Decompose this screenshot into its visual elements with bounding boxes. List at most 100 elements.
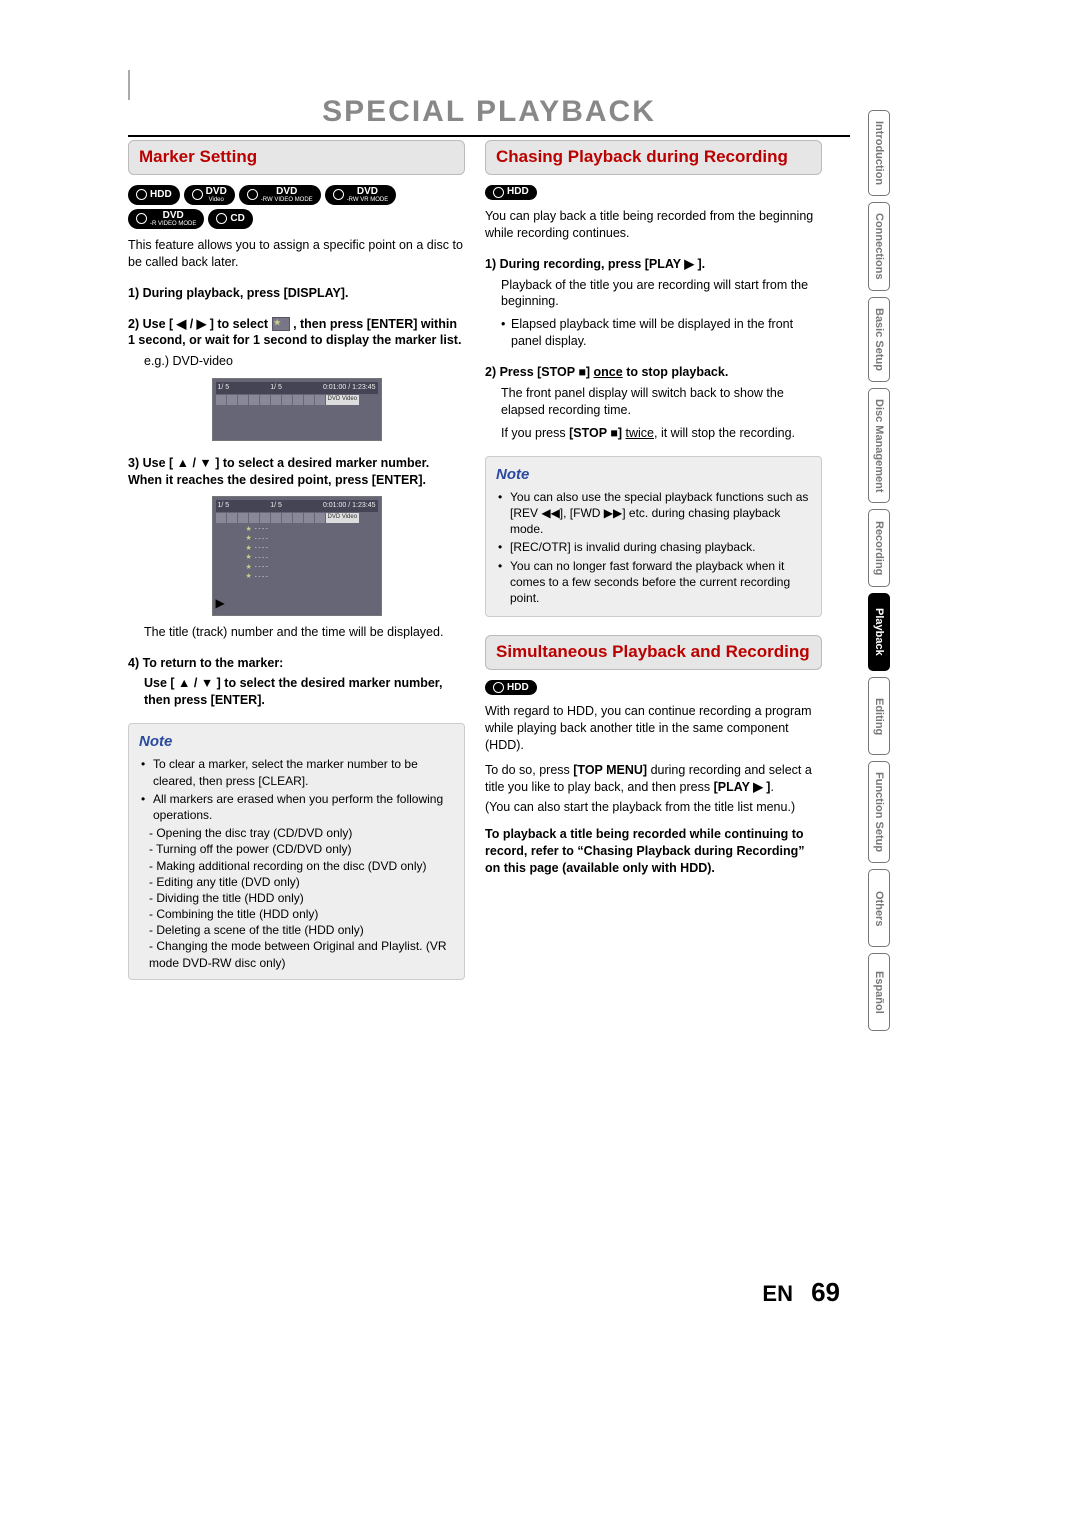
note-title: Note: [496, 465, 811, 485]
sim-p3: (You can also start the playback from th…: [485, 799, 822, 816]
side-tab-editing[interactable]: Editing: [868, 677, 890, 755]
badge-label: DVD: [206, 187, 227, 197]
note-item: You can also use the special playback fu…: [510, 489, 811, 538]
osd2-chapter: 1/ 5: [270, 501, 282, 510]
sim-p1: With regard to HDD, you can continue rec…: [485, 703, 822, 754]
sim-p2e: .: [770, 780, 773, 794]
osd-screenshot-2: 1/ 5 1/ 5 0:01:00 / 1:23:45 DVD Video - …: [212, 496, 382, 615]
format-badges: HDDDVDVideoDVD-RW VIDEO MODEDVD-RW VR MO…: [128, 185, 465, 229]
note-subitem: Editing any title (DVD only): [149, 874, 454, 890]
badge-sublabel: -RW VIDEO MODE: [261, 197, 313, 203]
badge-hdd: HDD: [485, 185, 537, 200]
sim-p2: To do so, press [TOP MENU] during record…: [485, 762, 822, 796]
note-item: All markers are erased when you perform …: [153, 791, 454, 823]
format-badge: DVD-RW VR MODE: [325, 185, 397, 205]
osd2-tag: DVD Video: [326, 513, 360, 523]
right-column: Chasing Playback during Recording HDD Yo…: [485, 140, 822, 980]
chasing-step-2a: 2) Press [STOP ■]: [485, 365, 594, 379]
osd1-title: 1/ 5: [218, 383, 230, 392]
footer-lang: EN: [762, 1281, 793, 1306]
c2a: If you press: [501, 426, 569, 440]
note-box-chasing: Note You can also use the special playba…: [485, 456, 822, 618]
osd2-time: 0:01:00 / 1:23:45: [323, 501, 376, 510]
step-4: 4) To return to the marker:: [128, 655, 465, 672]
osd-screenshot-1: 1/ 5 1/ 5 0:01:00 / 1:23:45 DVD Video: [212, 378, 382, 440]
format-badge: DVD-RW VIDEO MODE: [239, 185, 321, 205]
step-1: 1) During playback, press [DISPLAY].: [128, 285, 465, 302]
play-icon: ▶: [216, 595, 378, 611]
marker-row: - - - -: [246, 544, 378, 553]
footer-page-number: 69: [811, 1277, 840, 1307]
side-tab-introduction[interactable]: Introduction: [868, 110, 890, 196]
note-subitem: Turning off the power (CD/DVD only): [149, 841, 454, 857]
format-badge: DVDVideo: [184, 185, 235, 205]
osd2-title: 1/ 5: [218, 501, 230, 510]
side-tabs: Introduction Connections Basic Setup Disc M…: [868, 110, 890, 1031]
chasing-step-1: 1) During recording, press [PLAY ▶ ].: [485, 256, 822, 273]
chasing-step-2-body2: If you press [STOP ■] twice, it will sto…: [501, 425, 822, 442]
step-3-caption: The title (track) number and the time wi…: [144, 624, 465, 641]
badge-hdd-label: HDD: [507, 187, 529, 197]
format-badge: HDD: [128, 185, 180, 205]
step-3: 3) Use [ ▲ / ▼ ] to select a desired mar…: [128, 455, 465, 489]
side-tab-others[interactable]: Others: [868, 869, 890, 947]
side-tab-function-setup[interactable]: Function Setup: [868, 761, 890, 863]
step-2-example: e.g.) DVD-video: [144, 353, 465, 370]
marker-row: - - - -: [246, 525, 378, 534]
marker-icon: [272, 317, 290, 331]
heading-simultaneous: Simultaneous Playback and Recording: [485, 635, 822, 670]
badge-label: HDD: [150, 190, 172, 200]
sim-p2d: [PLAY ▶ ]: [714, 780, 771, 794]
badge-label: DVD: [357, 187, 378, 197]
marker-row: - - - -: [246, 534, 378, 543]
note-item: [REC/OTR] is invalid during chasing play…: [510, 539, 811, 555]
step-4-body: Use [ ▲ / ▼ ] to select the desired mark…: [144, 675, 465, 709]
chasing-step-2: 2) Press [STOP ■] once to stop playback.: [485, 364, 822, 381]
format-badge: CD: [208, 209, 252, 229]
side-tab-playback[interactable]: Playback: [868, 593, 890, 671]
badge-sublabel: -R VIDEO MODE: [150, 221, 196, 227]
chasing-step-2-body: The front panel display will switch back…: [501, 385, 822, 419]
marker-row: - - - -: [246, 553, 378, 562]
page-title: SPECIAL PLAYBACK: [128, 95, 850, 137]
note-subitem: Dividing the title (HDD only): [149, 890, 454, 906]
side-tab-disc-management[interactable]: Disc Management: [868, 388, 890, 504]
badge-label: DVD: [276, 187, 297, 197]
note-item: You can no longer fast forward the playb…: [510, 558, 811, 607]
badge-sublabel: Video: [209, 197, 224, 203]
note-title: Note: [139, 732, 454, 752]
underline-once: once: [594, 365, 623, 379]
note-subitem: Deleting a scene of the title (HDD only): [149, 922, 454, 938]
c2c: , it will stop the recording.: [654, 426, 795, 440]
sim-p4: To playback a title being recorded while…: [485, 826, 822, 877]
sim-p2b: [TOP MENU]: [573, 763, 647, 777]
marker-intro: This feature allows you to assign a spec…: [128, 237, 465, 271]
chasing-step-2b: to stop playback.: [623, 365, 729, 379]
osd1-tag: DVD Video: [326, 395, 360, 405]
page-content: Marker Setting HDDDVDVideoDVD-RW VIDEO M…: [128, 140, 822, 980]
underline-twice: twice: [626, 426, 654, 440]
chasing-step-1-body: Playback of the title you are recording …: [501, 277, 822, 311]
badge-hdd-label: HDD: [507, 683, 529, 693]
heading-chasing: Chasing Playback during Recording: [485, 140, 822, 175]
note-subitem: Opening the disc tray (CD/DVD only): [149, 825, 454, 841]
step-2: 2) Use [ ◀ / ▶ ] to select , then press …: [128, 316, 465, 350]
note-subitem: Making additional recording on the disc …: [149, 858, 454, 874]
badge-label: CD: [230, 214, 244, 224]
side-tab-recording[interactable]: Recording: [868, 509, 890, 587]
c2b: [STOP ■]: [569, 426, 622, 440]
note-subitem: Changing the mode between Original and P…: [149, 938, 454, 970]
page-footer: EN 69: [762, 1277, 840, 1308]
note-subitem: Combining the title (HDD only): [149, 906, 454, 922]
left-column: Marker Setting HDDDVDVideoDVD-RW VIDEO M…: [128, 140, 465, 980]
chasing-step-1-bullet: Elapsed playback time will be displayed …: [511, 317, 793, 348]
chasing-intro: You can play back a title being recorded…: [485, 208, 822, 242]
sim-p2a: To do so, press: [485, 763, 573, 777]
note-sublist: Opening the disc tray (CD/DVD only)Turni…: [149, 825, 454, 971]
side-tab-basic-setup[interactable]: Basic Setup: [868, 297, 890, 382]
osd1-chapter: 1/ 5: [270, 383, 282, 392]
side-tab-español[interactable]: Español: [868, 953, 890, 1031]
marker-row: - - - -: [246, 563, 378, 572]
format-badge: DVD-R VIDEO MODE: [128, 209, 204, 229]
side-tab-connections[interactable]: Connections: [868, 202, 890, 291]
